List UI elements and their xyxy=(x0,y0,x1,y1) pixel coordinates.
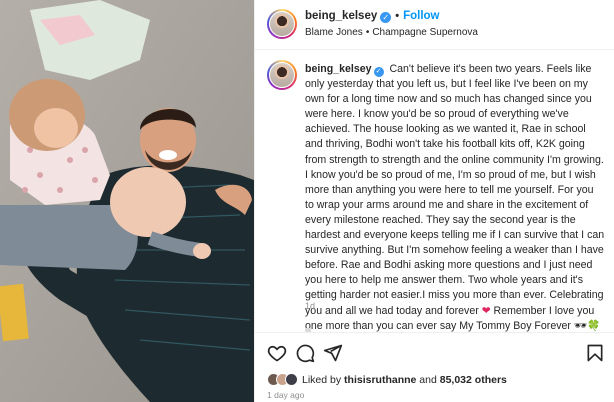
author-avatar[interactable] xyxy=(267,9,297,39)
author-username[interactable]: being_kelsey xyxy=(305,10,377,22)
post-detail-panel: being_kelsey ✓ • Follow Blame Jones • Champag… xyxy=(254,0,614,402)
caption-username[interactable]: being_kelsey xyxy=(305,63,372,75)
liker-avatar-3 xyxy=(285,373,298,386)
heart-icon[interactable] xyxy=(267,343,287,363)
red-heart-emoji: ❤ xyxy=(481,304,491,317)
audio-artist[interactable]: Blame Jones xyxy=(305,27,363,38)
liked-by-text: Liked by thisisruthanne and 85,032 other… xyxy=(302,374,507,386)
verified-badge-icon: ✓ xyxy=(380,12,392,23)
audio-attribution[interactable]: Blame Jones • Champagne Supernova xyxy=(305,27,478,38)
share-icon[interactable] xyxy=(323,343,343,363)
likes-count[interactable]: 85,032 others xyxy=(440,374,507,386)
follow-button[interactable]: Follow xyxy=(403,10,439,22)
liked-by-and: and xyxy=(419,373,437,386)
caption-author-avatar[interactable] xyxy=(267,60,297,90)
caption-timestamp: 1d xyxy=(305,301,316,311)
liked-by-prefix: Liked by xyxy=(302,373,342,386)
liked-by-summary[interactable]: Liked by thisisruthanne and 85,032 other… xyxy=(267,373,507,386)
comment-icon[interactable] xyxy=(295,343,315,363)
audio-separator: • xyxy=(365,27,370,38)
action-bar: Liked by thisisruthanne and 85,032 other… xyxy=(255,332,614,402)
audio-track[interactable]: Champagne Supernova xyxy=(372,27,478,38)
caption-text: Can't believe it's been two years. Feels… xyxy=(305,63,605,317)
post-header: being_kelsey ✓ • Follow Blame Jones • Champag… xyxy=(255,0,614,50)
family-photo xyxy=(0,0,254,402)
author-line: being_kelsey ✓ • Follow xyxy=(305,10,440,23)
post-timestamp: 1 day ago xyxy=(267,390,305,400)
caption-verified-badge-icon: ✓ xyxy=(373,67,384,77)
comments-section[interactable]: being_kelsey ✓ Can't believe it's been tw… xyxy=(255,50,614,332)
post-caption: being_kelsey ✓ Can't believe it's been tw… xyxy=(305,62,605,332)
bookmark-icon[interactable] xyxy=(585,343,605,363)
post-photo[interactable] xyxy=(0,0,254,402)
separator-dot: • xyxy=(395,10,400,22)
liked-by-user[interactable]: thisisruthanne xyxy=(344,374,416,386)
